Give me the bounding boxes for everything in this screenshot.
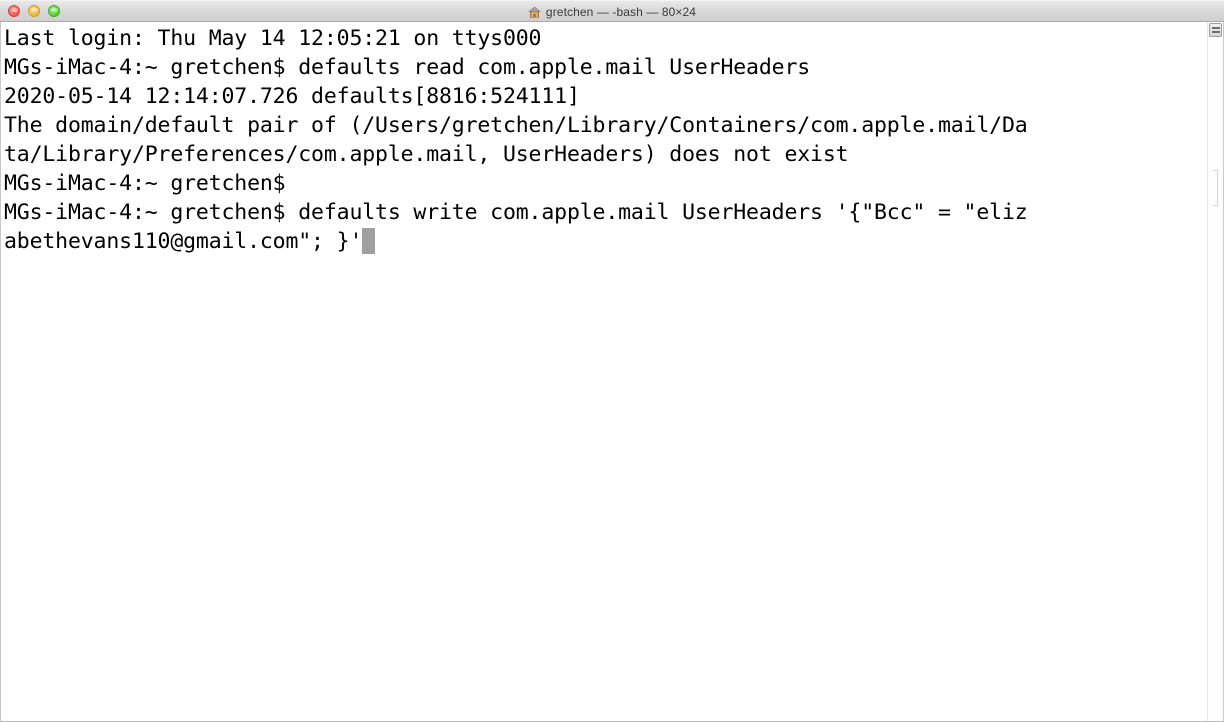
terminal-line: MGs-iMac-4:~ gretchen$ defaults read com…	[4, 55, 811, 80]
scrollbar-track-mark	[1213, 170, 1218, 206]
terminal-line-text: abethevans110@gmail.com"; }'	[4, 229, 363, 254]
terminal-window: gretchen — -bash — 80×24 Last login: Thu…	[0, 0, 1224, 722]
window-titlebar[interactable]: gretchen — -bash — 80×24	[0, 0, 1224, 22]
minimize-button[interactable]	[28, 5, 40, 17]
window-title-group: gretchen — -bash — 80×24	[0, 1, 1224, 23]
maximize-button[interactable]	[48, 5, 60, 17]
terminal-screen[interactable]: Last login: Thu May 14 12:05:21 on ttys0…	[1, 22, 1207, 721]
terminal-line: Last login: Thu May 14 12:05:21 on ttys0…	[4, 26, 542, 51]
home-icon	[528, 6, 541, 18]
terminal-line: 2020-05-14 12:14:07.726 defaults[8816:52…	[4, 84, 580, 109]
terminal-line: MGs-iMac-4:~ gretchen$	[4, 171, 286, 196]
terminal-line: ta/Library/Preferences/com.apple.mail, U…	[4, 142, 849, 167]
terminal-line: MGs-iMac-4:~ gretchen$ defaults write co…	[4, 200, 1028, 225]
text-cursor	[362, 228, 376, 254]
scrollbar-thumb[interactable]	[1209, 23, 1222, 37]
window-title: gretchen — -bash — 80×24	[545, 5, 697, 19]
vertical-scrollbar[interactable]	[1207, 22, 1223, 721]
terminal-line: The domain/default pair of (/Users/gretc…	[4, 113, 1028, 138]
terminal-body[interactable]: Last login: Thu May 14 12:05:21 on ttys0…	[0, 22, 1224, 722]
close-button[interactable]	[8, 5, 20, 17]
window-controls	[0, 5, 60, 17]
terminal-line-active: abethevans110@gmail.com"; }'	[4, 227, 1207, 256]
